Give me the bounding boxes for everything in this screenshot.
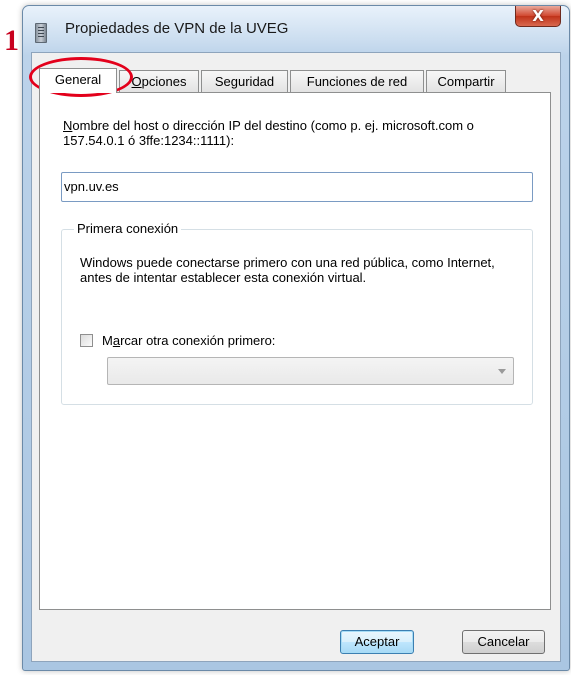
- tab-compartir[interactable]: Compartir: [426, 70, 506, 92]
- host-input[interactable]: vpn.uv.es: [61, 172, 533, 202]
- tab-funciones-label: Funciones de red: [306, 74, 408, 89]
- tab-opciones-accel: O: [131, 74, 142, 89]
- cancel-button[interactable]: Cancelar: [462, 630, 545, 654]
- tab-general-label: General: [54, 72, 102, 87]
- checkbox-label-accel: a: [112, 333, 121, 348]
- host-label-accel: N: [63, 118, 73, 133]
- tab-seguridad[interactable]: Seguridad: [201, 70, 288, 92]
- tab-panel-general: Nombre del host o dirección IP del desti…: [39, 92, 551, 610]
- tab-compartir-label: Compartir: [437, 74, 495, 89]
- tab-funciones-de-red[interactable]: Funciones de red: [290, 70, 424, 92]
- chevron-down-icon: [498, 369, 506, 374]
- tab-opciones-label: pciones: [141, 74, 187, 89]
- tab-seguridad-label: Seguridad: [214, 74, 275, 89]
- dialog-window: Propiedades de VPN de la UVEG X General …: [22, 5, 570, 671]
- first-connection-group: Primera conexión Windows puede conectars…: [61, 221, 533, 405]
- checkbox-label-rest: rcar otra conexión primero:: [120, 333, 276, 348]
- close-icon: X: [532, 7, 544, 25]
- dialog-client-area: General Opciones Seguridad Funciones de …: [31, 52, 561, 662]
- group-description: Windows puede conectarse primero con una…: [80, 255, 495, 285]
- title-bar[interactable]: Propiedades de VPN de la UVEG X: [23, 6, 569, 52]
- dial-first-label[interactable]: Marcar otra conexión primero:: [102, 333, 275, 348]
- group-title: Primera conexión: [74, 221, 182, 236]
- ok-button[interactable]: Aceptar: [340, 630, 414, 654]
- close-button[interactable]: X: [515, 6, 561, 27]
- tab-general[interactable]: General: [39, 68, 117, 93]
- dial-first-checkbox[interactable]: [80, 334, 93, 347]
- window-title: Propiedades de VPN de la UVEG: [65, 20, 289, 37]
- connection-dropdown[interactable]: [107, 357, 514, 385]
- annotation-number: 1: [4, 24, 19, 57]
- host-label-text: ombre del host o dirección IP del destin…: [63, 118, 474, 148]
- checkbox-label-start: M: [102, 333, 113, 348]
- vpn-connection-icon: [35, 23, 47, 43]
- host-label: Nombre del host o dirección IP del desti…: [63, 118, 493, 148]
